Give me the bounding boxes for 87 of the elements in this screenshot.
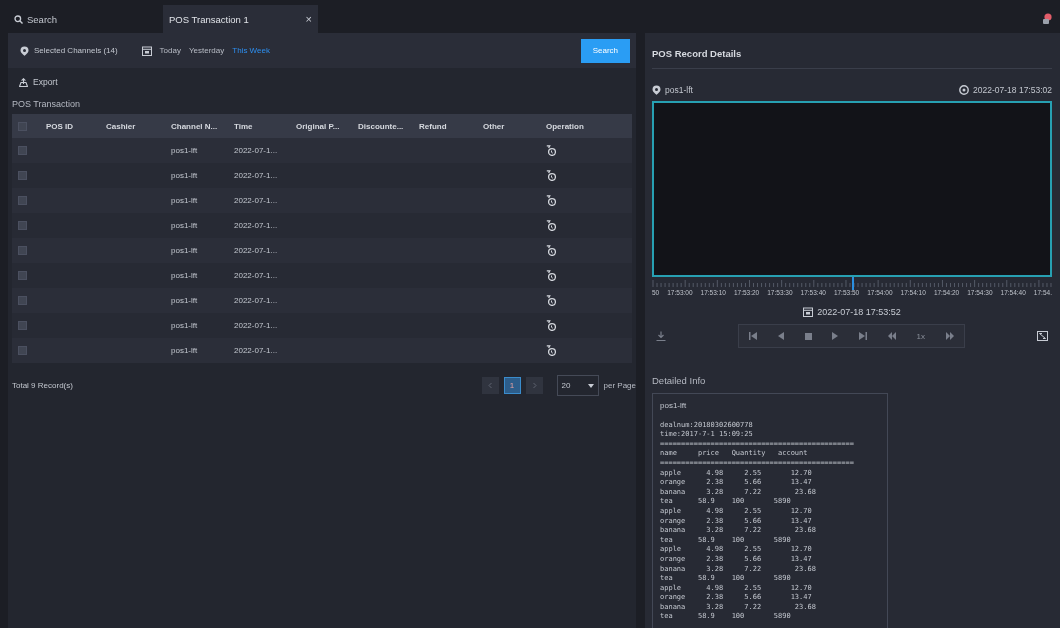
date-option[interactable]: Today — [159, 46, 181, 55]
table-cell-text: pos1-lft — [170, 146, 199, 155]
column-header[interactable]: Refund — [413, 121, 477, 131]
playback-icon[interactable] — [546, 245, 556, 256]
table-cell-text: 2022-07-1... — [233, 146, 279, 155]
playback-date: 2022-07-18 17:53:52 — [817, 307, 901, 317]
column-header[interactable]: Cashier — [100, 121, 165, 131]
playback-icon[interactable] — [546, 295, 556, 306]
section-title: Detailed Info — [652, 374, 707, 388]
tab-label: POS Transaction 1 — [169, 13, 249, 25]
playback-icon[interactable] — [546, 170, 556, 181]
table-cell-text: pos1-lft — [170, 221, 199, 230]
checkbox[interactable] — [18, 221, 27, 230]
checkbox[interactable] — [18, 171, 27, 180]
skip-back-icon[interactable] — [749, 332, 758, 340]
calendar-icon[interactable] — [803, 307, 814, 317]
table-cell-text: 2022-07-1... — [233, 321, 279, 330]
checkbox[interactable] — [18, 321, 27, 330]
table-cell-text: pos1-lft — [170, 346, 199, 355]
skip-forward-icon[interactable] — [859, 332, 868, 340]
checkbox[interactable] — [18, 271, 27, 280]
channel-name: pos1-lft — [665, 85, 693, 95]
checkbox[interactable] — [18, 146, 27, 155]
play-icon[interactable] — [832, 332, 839, 340]
video-player[interactable] — [652, 101, 1052, 277]
section-title: POS Transaction — [11, 98, 82, 109]
checkbox[interactable] — [18, 296, 27, 305]
tab[interactable]: Search — [8, 5, 163, 33]
column-header[interactable]: Time — [228, 121, 290, 131]
table-cell-text: pos1-lft — [170, 196, 199, 205]
search-icon — [14, 14, 23, 24]
playback-icon[interactable] — [546, 195, 556, 206]
tab-label: Search — [27, 13, 58, 25]
table-cell-text: 2022-07-1... — [233, 221, 279, 230]
checkbox[interactable] — [18, 196, 27, 205]
channel-selector[interactable]: Selected Channels (14) — [34, 46, 118, 55]
per-page-label: per Page — [603, 381, 636, 390]
date-option[interactable]: Yesterday — [188, 46, 225, 55]
table-cell-text: 2022-07-1... — [233, 271, 279, 280]
playback-icon[interactable] — [546, 220, 556, 231]
dropdown-caret-icon — [587, 383, 594, 388]
column-header[interactable]: Discounte... — [352, 121, 413, 131]
location-icon — [20, 45, 29, 56]
alarm-icon[interactable] — [1042, 13, 1052, 25]
checkbox[interactable] — [18, 246, 27, 255]
playback-icon[interactable] — [546, 320, 556, 331]
page-button[interactable]: 1 — [503, 377, 521, 394]
table-cell-text: pos1-lft — [170, 296, 199, 305]
receipt-line: pos1-lft — [660, 401, 688, 411]
calendar-icon[interactable] — [141, 45, 152, 56]
export-button[interactable]: Export — [33, 77, 58, 87]
download-icon[interactable] — [656, 331, 666, 341]
table-cell-text: pos1-lft — [170, 246, 199, 255]
speed-label: 1x — [916, 331, 925, 341]
table-cell-text: pos1-lft — [170, 171, 199, 180]
column-header[interactable]: POS ID — [40, 121, 100, 131]
playback-icon[interactable] — [546, 345, 556, 356]
slow-icon[interactable] — [887, 332, 896, 340]
column-header[interactable]: Original P... — [290, 121, 352, 131]
date-option[interactable]: This Week — [232, 46, 270, 55]
checkbox[interactable] — [18, 346, 27, 355]
record-count: Total 9 Record(s) — [12, 381, 73, 390]
location-icon — [652, 85, 661, 95]
playback-icon[interactable] — [546, 145, 556, 156]
table-cell-text: 2022-07-1... — [233, 171, 279, 180]
stop-icon[interactable] — [804, 332, 812, 340]
panel-title: POS Record Details — [652, 33, 1052, 69]
table-cell-text: 2022-07-1... — [233, 196, 279, 205]
tab[interactable]: POS Transaction 1 × — [163, 5, 318, 33]
table-cell-text: pos1-lft — [170, 321, 199, 330]
checkbox[interactable] — [18, 121, 27, 131]
table-cell-text: 2022-07-1... — [233, 246, 279, 255]
close-button[interactable]: × — [305, 13, 312, 25]
column-header[interactable]: Channel N... — [165, 121, 228, 131]
playback-icon[interactable] — [546, 270, 556, 281]
fullscreen-icon[interactable] — [1037, 331, 1048, 341]
table-cell-text: 2022-07-1... — [233, 346, 279, 355]
record-time: 2022-07-18 17:53:02 — [973, 85, 1052, 95]
export-icon — [18, 77, 29, 87]
table-cell-text: pos1-lft — [170, 271, 199, 280]
column-header[interactable]: Operation — [540, 121, 632, 131]
page-size-dropdown[interactable]: 20 — [556, 375, 599, 396]
table-cell-text: 2022-07-1... — [233, 296, 279, 305]
step-back-icon[interactable] — [778, 332, 785, 340]
fast-icon[interactable] — [945, 332, 954, 340]
column-header[interactable]: Other — [477, 121, 540, 131]
clock-icon — [959, 85, 970, 95]
